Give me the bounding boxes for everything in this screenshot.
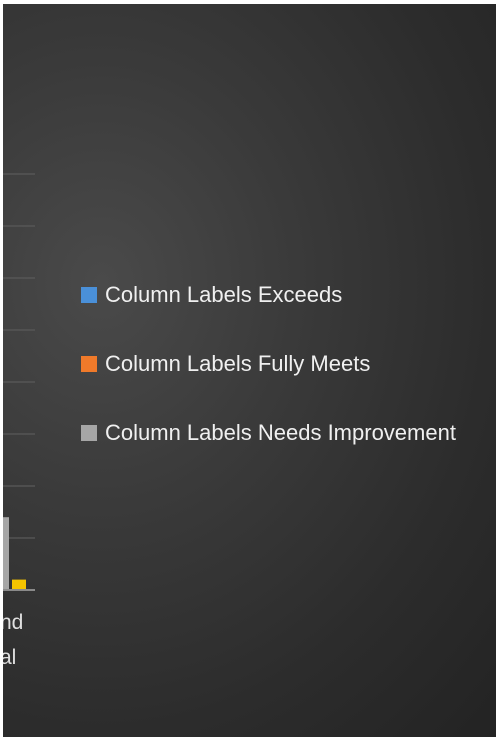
legend-swatch-exceeds — [81, 287, 97, 303]
legend-item-exceeds[interactable]: Column Labels Exceeds — [81, 280, 481, 309]
legend-item-needs-improvement[interactable]: Column Labels Needs Improvement — [81, 418, 481, 447]
legend-item-fully-meets[interactable]: Column Labels Fully Meets — [81, 349, 481, 378]
x-tick-label-line-2: al — [3, 646, 17, 669]
legend-label-fully-meets: Column Labels Fully Meets — [105, 351, 371, 376]
legend: Column Labels Exceeds Column Labels Full… — [81, 280, 481, 447]
x-tick-label-line-1: nd — [3, 611, 24, 634]
legend-label-needs-improvement: Column Labels Needs Improvement — [105, 420, 456, 445]
bar-series-3 — [12, 579, 26, 590]
bar-series-2 — [3, 517, 9, 590]
plot-area: nd al — [3, 4, 63, 737]
legend-swatch-fully-meets — [81, 356, 97, 372]
chart-panel: nd al Column Labels Exceeds Column Label… — [3, 4, 496, 737]
legend-swatch-needs-improvement — [81, 425, 97, 441]
legend-label-exceeds: Column Labels Exceeds — [105, 282, 343, 307]
